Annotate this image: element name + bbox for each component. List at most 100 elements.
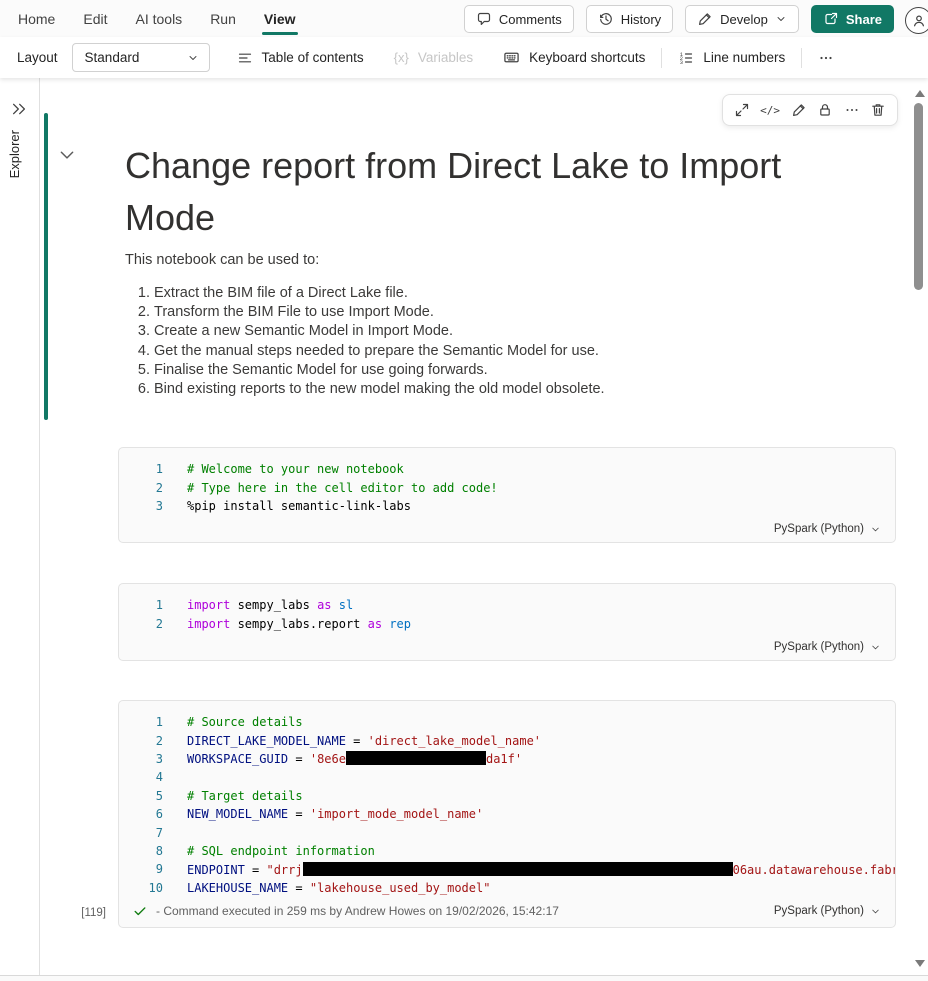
redaction-bar <box>303 862 733 876</box>
share-button-label: Share <box>846 12 882 27</box>
cell-execution-status: - Command executed in 259 ms by Andrew H… <box>119 895 895 927</box>
develop-button[interactable]: Develop <box>685 5 799 33</box>
line-number: 1 <box>119 598 163 612</box>
code-line[interactable]: 3%pip install semantic-link-labs <box>119 497 895 515</box>
code-line[interactable]: 5# Target details <box>119 787 895 805</box>
code-editor[interactable]: 1# Welcome to your new notebook2# Type h… <box>119 448 895 515</box>
markdown-ordered-list: Extract the BIM file of a Direct Lake fi… <box>125 284 745 399</box>
menu-tabs: Home Edit AI tools Run View <box>0 0 310 37</box>
comment-icon <box>476 11 492 27</box>
kernel-label: PySpark (Python) <box>774 905 864 917</box>
line-number: 6 <box>119 807 163 821</box>
markdown-intro: This notebook can be used to: <box>125 252 319 268</box>
code-line[interactable]: 8# SQL endpoint information <box>119 842 895 860</box>
code-editor[interactable]: 1# Source details2DIRECT_LAKE_MODEL_NAME… <box>119 701 895 897</box>
code-cell-3[interactable]: 1# Source details2DIRECT_LAKE_MODEL_NAME… <box>118 700 896 928</box>
markdown-title[interactable]: Change report from Direct Lake to Import… <box>125 140 825 244</box>
keyboard-shortcuts-label: Keyboard shortcuts <box>529 50 645 65</box>
line-numbers-icon: 123 <box>678 50 694 66</box>
menu-tab-edit[interactable]: Edit <box>69 0 121 37</box>
selected-cell-indicator <box>44 113 48 420</box>
edit-icon[interactable] <box>791 102 807 118</box>
code-cell-1[interactable]: 1# Welcome to your new notebook2# Type h… <box>118 447 896 543</box>
layout-dropdown[interactable]: Standard <box>72 43 210 72</box>
line-number: 7 <box>119 826 163 840</box>
code-line[interactable]: 9ENDPOINT = "drrj06au.datawarehouse.fabr… <box>119 860 895 878</box>
delete-icon[interactable] <box>870 102 886 118</box>
explorer-panel-collapsed: Explorer <box>0 78 40 975</box>
line-number: 10 <box>119 881 163 895</box>
variables-icon: {x} <box>394 50 409 65</box>
table-of-contents-button[interactable]: Table of contents <box>237 50 364 66</box>
layout-dropdown-value: Standard <box>85 50 140 65</box>
menu-tab-home[interactable]: Home <box>4 0 69 37</box>
kernel-selector[interactable]: PySpark (Python) <box>774 641 881 653</box>
code-line[interactable]: 2DIRECT_LAKE_MODEL_NAME = 'direct_lake_m… <box>119 731 895 749</box>
code-editor[interactable]: 1import sempy_labs as sl2import sempy_la… <box>119 584 895 633</box>
chevron-down-icon <box>187 52 199 64</box>
menu-tab-view[interactable]: View <box>250 0 310 37</box>
code-line[interactable]: 2# Type here in the cell editor to add c… <box>119 478 895 496</box>
markdown-list-item: Transform the BIM File to use Import Mod… <box>154 303 745 322</box>
markdown-list-item: Get the manual steps needed to prepare t… <box>154 342 745 361</box>
code-line[interactable]: 4 <box>119 768 895 786</box>
keyboard-shortcuts-button[interactable]: Keyboard shortcuts <box>503 49 645 66</box>
toolbar-more-button[interactable] <box>818 50 834 66</box>
horizontal-scrollbar[interactable] <box>0 975 928 981</box>
line-number: 3 <box>119 499 163 513</box>
code-view-icon[interactable]: </> <box>760 104 780 117</box>
markdown-list-item: Bind existing reports to the new model m… <box>154 380 745 399</box>
share-button[interactable]: Share <box>811 5 894 33</box>
code-line[interactable]: 7 <box>119 823 895 841</box>
code-line[interactable]: 1# Source details <box>119 713 895 731</box>
code-line[interactable]: 1# Welcome to your new notebook <box>119 460 895 478</box>
variables-button: {x} Variables <box>394 50 473 65</box>
account-avatar[interactable] <box>905 7 928 34</box>
explorer-label[interactable]: Explorer <box>7 130 22 178</box>
more-icon[interactable] <box>844 102 860 118</box>
history-button[interactable]: History <box>586 5 673 33</box>
menu-tab-run[interactable]: Run <box>196 0 250 37</box>
vertical-scrollbar-thumb[interactable] <box>914 103 923 290</box>
person-icon <box>911 13 927 29</box>
toc-icon <box>237 50 253 66</box>
line-numbers-button[interactable]: 123 Line numbers <box>678 50 785 66</box>
line-number: 2 <box>119 617 163 631</box>
success-check-icon <box>133 904 147 918</box>
kernel-selector[interactable]: PySpark (Python) <box>774 905 881 917</box>
kernel-selector[interactable]: PySpark (Python) <box>774 523 881 535</box>
line-number: 1 <box>119 462 163 476</box>
chevron-down-icon <box>870 906 881 917</box>
line-number: 9 <box>119 862 163 876</box>
history-button-label: History <box>621 12 661 27</box>
lock-icon[interactable] <box>817 102 833 118</box>
line-number: 4 <box>119 770 163 784</box>
history-icon <box>598 11 614 27</box>
expand-panel-icon[interactable] <box>10 100 28 118</box>
kernel-label: PySpark (Python) <box>774 641 864 653</box>
comments-button[interactable]: Comments <box>464 5 574 33</box>
code-line[interactable]: 6NEW_MODEL_NAME = 'import_mode_model_nam… <box>119 805 895 823</box>
line-number: 5 <box>119 789 163 803</box>
line-numbers-label: Line numbers <box>703 50 785 65</box>
execution-status-text: - Command executed in 259 ms by Andrew H… <box>156 904 559 918</box>
line-number: 1 <box>119 715 163 729</box>
cell-toolbar: </> <box>722 94 898 126</box>
menu-tab-ai-tools[interactable]: AI tools <box>121 0 196 37</box>
code-cell-2[interactable]: 1import sempy_labs as sl2import sempy_la… <box>118 583 896 661</box>
markdown-list-item: Extract the BIM file of a Direct Lake fi… <box>154 284 745 303</box>
code-line[interactable]: 1import sempy_labs as sl <box>119 596 895 614</box>
redaction-bar <box>346 751 486 765</box>
scrollbar-up-arrow[interactable] <box>915 90 925 97</box>
code-line[interactable]: 2import sempy_labs.report as rep <box>119 614 895 632</box>
pencil-icon <box>697 11 713 27</box>
expand-icon[interactable] <box>734 102 750 118</box>
view-toolbar: Layout Standard Table of contents {x} Va… <box>0 37 928 78</box>
toolbar-divider <box>661 48 662 68</box>
scrollbar-down-arrow[interactable] <box>915 960 925 967</box>
execution-count: [119] <box>58 907 106 919</box>
share-icon <box>823 11 839 27</box>
collapse-cell-chevron-icon[interactable] <box>57 145 77 165</box>
code-line[interactable]: 3WORKSPACE_GUID = '8e6eda1f' <box>119 750 895 768</box>
line-number: 3 <box>119 752 163 766</box>
